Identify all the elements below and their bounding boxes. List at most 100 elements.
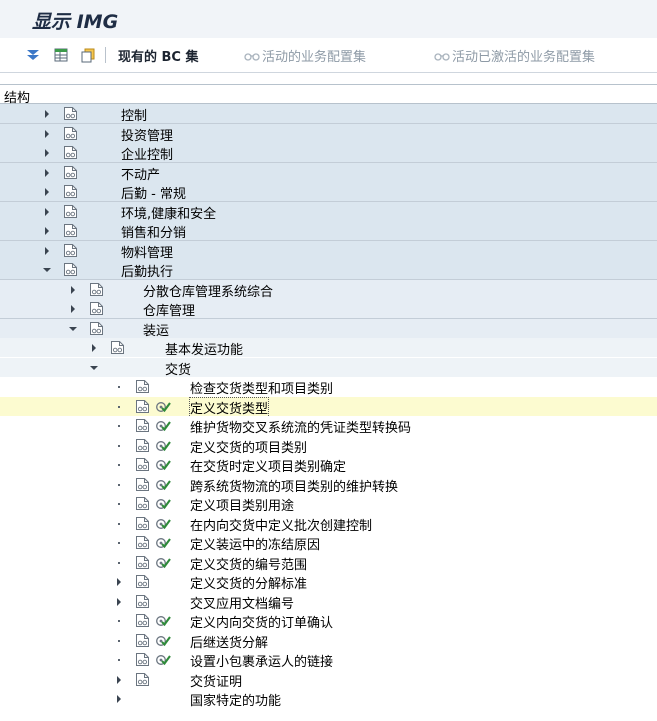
documentation-icon[interactable] — [89, 301, 104, 316]
documentation-icon[interactable] — [135, 496, 150, 511]
tree-node-label[interactable]: 企业控制 — [121, 144, 173, 163]
documentation-icon[interactable] — [89, 321, 104, 336]
tree-node-label[interactable]: 交货证明 — [190, 671, 242, 690]
tree-node[interactable]: 在交货时定义项目类别确定 — [0, 455, 657, 475]
documentation-icon[interactable] — [63, 165, 78, 180]
tree-node-label[interactable]: 定义内向交货的订单确认 — [190, 612, 333, 631]
tree-node[interactable]: 物料管理 — [0, 240, 657, 261]
tree-node-label[interactable]: 设置小包裹承运人的链接 — [190, 651, 333, 670]
collapse-arrow-icon[interactable] — [69, 326, 77, 331]
tree-node[interactable]: 后勤执行 — [0, 260, 657, 280]
tree-node[interactable]: 定义交货类型 — [0, 396, 657, 418]
tree-node-label[interactable]: 定义项目类别用途 — [190, 495, 294, 514]
documentation-icon[interactable] — [89, 282, 104, 297]
tree-node[interactable]: 装运 — [0, 318, 657, 339]
execute-activity-icon[interactable] — [155, 477, 171, 492]
tree-node-label[interactable]: 定义交货的分解标准 — [190, 573, 307, 592]
tree-node[interactable]: 交叉应用文档编号 — [0, 591, 657, 612]
tree-node-label[interactable]: 销售和分销 — [121, 222, 186, 241]
expand-arrow-icon[interactable] — [45, 227, 49, 235]
tree-node-label[interactable]: 分散仓库管理系统综合 — [143, 281, 273, 300]
existing-bc-sets-button[interactable]: 现有的 BC 集 — [118, 46, 199, 65]
tree-node[interactable]: 后继送货分解 — [0, 630, 657, 651]
tree-node[interactable]: 交货证明 — [0, 669, 657, 690]
tree-node-label[interactable]: 装运 — [143, 320, 169, 339]
tree-node[interactable]: 仓库管理 — [0, 299, 657, 319]
tree-node[interactable]: 后勤 - 常规 — [0, 182, 657, 202]
expand-arrow-icon[interactable] — [92, 344, 96, 352]
tree-node-label[interactable]: 定义交货类型 — [188, 396, 270, 418]
execute-activity-icon[interactable] — [155, 438, 171, 453]
activated-bc-sets-button[interactable]: 活动已激活的业务配置集 — [452, 46, 595, 65]
documentation-icon[interactable] — [63, 184, 78, 199]
documentation-icon[interactable] — [63, 126, 78, 141]
documentation-icon[interactable] — [135, 418, 150, 433]
tree-node[interactable]: 环境,健康和安全 — [0, 201, 657, 222]
tree-node[interactable]: 定义装运中的冻结原因 — [0, 533, 657, 553]
tree-node[interactable]: 交货 — [0, 357, 657, 378]
active-bc-sets-button[interactable]: 活动的业务配置集 — [262, 46, 366, 65]
expand-arrow-icon[interactable] — [45, 168, 49, 177]
tree-node-label[interactable]: 物料管理 — [121, 242, 173, 261]
tree-node[interactable]: 企业控制 — [0, 143, 657, 163]
tree-node[interactable]: 维护货物交叉系统流的凭证类型转换码 — [0, 416, 657, 436]
documentation-icon[interactable] — [135, 477, 150, 492]
expand-arrow-icon[interactable] — [117, 597, 121, 606]
filter-icon[interactable] — [25, 47, 41, 63]
execute-activity-icon[interactable] — [155, 496, 171, 511]
documentation-icon[interactable] — [135, 555, 150, 570]
tree-node-label[interactable]: 交叉应用文档编号 — [190, 593, 294, 612]
tree-node-label[interactable]: 后继送货分解 — [190, 632, 268, 651]
execute-activity-icon[interactable] — [155, 418, 171, 433]
tree-node-label[interactable]: 定义装运中的冻结原因 — [190, 534, 320, 553]
documentation-icon[interactable] — [63, 204, 78, 219]
documentation-icon[interactable] — [135, 379, 150, 394]
documentation-icon[interactable] — [135, 438, 150, 453]
documentation-icon[interactable] — [135, 535, 150, 550]
documentation-icon[interactable] — [135, 574, 150, 589]
tree-node[interactable]: 基本发运功能 — [0, 338, 657, 358]
documentation-icon[interactable] — [63, 106, 78, 121]
execute-activity-icon[interactable] — [155, 652, 171, 667]
documentation-icon[interactable] — [135, 516, 150, 531]
tree-node[interactable]: 投资管理 — [0, 123, 657, 144]
documentation-icon[interactable] — [135, 399, 150, 414]
expand-arrow-icon[interactable] — [45, 110, 49, 118]
tree-node[interactable]: 跨系统货物流的项目类别的维护转换 — [0, 474, 657, 495]
tree-node-label[interactable]: 基本发运功能 — [165, 339, 243, 358]
tree-node[interactable]: 控制 — [0, 104, 657, 124]
execute-activity-icon[interactable] — [155, 457, 171, 472]
tree-node-label[interactable]: 控制 — [121, 105, 147, 124]
expand-arrow-icon[interactable] — [117, 695, 121, 703]
tree-node-label[interactable]: 仓库管理 — [143, 300, 195, 319]
documentation-icon[interactable] — [63, 262, 78, 277]
tree-node[interactable]: 销售和分销 — [0, 221, 657, 241]
tree-node-label[interactable]: 后勤执行 — [121, 261, 173, 280]
tree-node[interactable]: 在内向交货中定义批次创建控制 — [0, 513, 657, 534]
tree-node-label[interactable]: 投资管理 — [121, 125, 173, 144]
execute-activity-icon[interactable] — [155, 613, 171, 628]
documentation-icon[interactable] — [63, 145, 78, 160]
tree-node-label[interactable]: 在交货时定义项目类别确定 — [190, 456, 346, 475]
expand-arrow-icon[interactable] — [71, 285, 75, 294]
tree-node-label[interactable]: 不动产 — [121, 164, 160, 183]
tree-node[interactable]: 检查交货类型和项目类别 — [0, 377, 657, 397]
documentation-icon[interactable] — [135, 457, 150, 472]
tree-node-label[interactable]: 维护货物交叉系统流的凭证类型转换码 — [190, 417, 411, 436]
tree-node[interactable]: 定义内向交货的订单确认 — [0, 611, 657, 631]
tree-node-label[interactable]: 在内向交货中定义批次创建控制 — [190, 515, 372, 534]
expand-arrow-icon[interactable] — [45, 207, 49, 216]
copy-icon[interactable] — [80, 47, 96, 63]
documentation-icon[interactable] — [135, 652, 150, 667]
tree-node[interactable]: 分散仓库管理系统综合 — [0, 279, 657, 300]
expand-arrow-icon[interactable] — [45, 246, 49, 255]
documentation-icon[interactable] — [135, 672, 150, 687]
execute-activity-icon[interactable] — [155, 535, 171, 550]
tree-node-label[interactable]: 跨系统货物流的项目类别的维护转换 — [190, 476, 398, 495]
documentation-icon[interactable] — [63, 243, 78, 258]
tree-node[interactable]: 定义交货的分解标准 — [0, 572, 657, 592]
documentation-icon[interactable] — [135, 633, 150, 648]
execute-activity-icon[interactable] — [155, 516, 171, 531]
expand-arrow-icon[interactable] — [117, 675, 121, 684]
tree-node[interactable]: 定义交货的项目类别 — [0, 435, 657, 456]
